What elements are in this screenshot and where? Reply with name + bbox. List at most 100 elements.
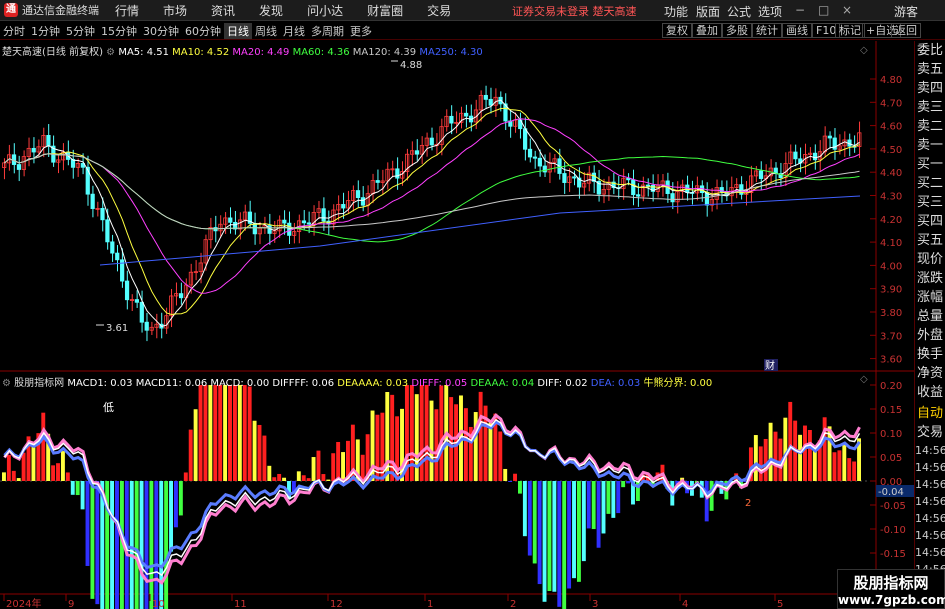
period-15min[interactable]: 15分钟 bbox=[98, 23, 140, 39]
date-tick: 3 bbox=[592, 599, 598, 609]
app-logo: 通 bbox=[4, 3, 18, 17]
quote-item: 卖三 bbox=[916, 100, 943, 115]
overlay-button[interactable]: 叠加 bbox=[692, 23, 722, 38]
period-1min[interactable]: 1分钟 bbox=[28, 23, 63, 39]
menu-layout[interactable]: 版面 bbox=[696, 3, 720, 20]
draw-button[interactable]: 画线 bbox=[782, 23, 812, 38]
quote-item: 卖二 bbox=[916, 119, 943, 134]
chart-area[interactable]: 4.80 4.70 4.60 4.50 4.40 4.30 4.20 4.10 4.00 3.90… bbox=[0, 41, 914, 609]
settings-gear-icon[interactable]: ⚙ bbox=[106, 47, 115, 58]
indicator-bar bbox=[513, 473, 517, 481]
period-60min[interactable]: 60分钟 bbox=[182, 23, 224, 39]
indicator-bar bbox=[336, 441, 341, 481]
minimize-icon[interactable]: − bbox=[795, 3, 805, 17]
quote-item: 净资 bbox=[916, 366, 943, 381]
adjust-button[interactable]: 复权 bbox=[662, 23, 692, 38]
menu-formula[interactable]: 公式 bbox=[727, 3, 751, 20]
collapse-icon[interactable]: ◇ bbox=[860, 374, 868, 385]
indicator-bar bbox=[429, 400, 434, 481]
indicator-bar bbox=[208, 385, 213, 481]
quote-item: 买三 bbox=[916, 195, 943, 210]
indicator-bar bbox=[852, 461, 857, 481]
candle-body bbox=[758, 170, 764, 179]
finance-marker[interactable]: 财 bbox=[765, 359, 775, 372]
mark-button[interactable]: 标记 bbox=[835, 23, 865, 38]
collapse-icon[interactable]: ◇ bbox=[860, 45, 868, 56]
settings-gear-icon[interactable]: ⚙ bbox=[2, 378, 11, 389]
period-5min[interactable]: 5分钟 bbox=[63, 23, 98, 39]
menu-market[interactable]: 市场 bbox=[163, 2, 187, 19]
indicator-bar bbox=[758, 446, 763, 481]
candle-body bbox=[395, 168, 400, 179]
indicator-bar bbox=[257, 424, 262, 481]
menu-ask[interactable]: 问小达 bbox=[307, 2, 343, 19]
close-icon[interactable]: × bbox=[842, 3, 852, 17]
ma-line bbox=[4, 153, 860, 243]
menu-quotes[interactable]: 行情 bbox=[115, 2, 139, 19]
legend-macd1: MACD1: 0.03 bbox=[67, 378, 133, 389]
period-monthly[interactable]: 月线 bbox=[280, 23, 308, 39]
menu-options[interactable]: 选项 bbox=[758, 3, 782, 20]
menu-news[interactable]: 资讯 bbox=[211, 2, 235, 19]
indicator-bar bbox=[228, 385, 232, 481]
legend-ma20: MA20: 4.49 bbox=[232, 47, 290, 58]
candle-body bbox=[46, 134, 51, 147]
watermark: 股朋指标网 www.7gpzb.com bbox=[837, 569, 945, 609]
trade-label[interactable]: 交易 bbox=[915, 423, 945, 442]
menu-function[interactable]: 功能 bbox=[664, 3, 688, 20]
price-axis: 4.80 4.70 4.60 4.50 4.40 4.30 4.20 4.10 4.00 3.90… bbox=[870, 75, 902, 366]
auto-trade-toggle[interactable]: 自动 bbox=[915, 404, 945, 423]
indicator-bar bbox=[203, 385, 208, 481]
indicator-bar bbox=[90, 481, 95, 599]
quote-item: 卖四 bbox=[916, 81, 943, 96]
period-weekly[interactable]: 周线 bbox=[252, 23, 280, 39]
candle-body bbox=[110, 241, 115, 254]
indicator-bar bbox=[218, 385, 223, 481]
indicator-bar bbox=[301, 475, 306, 481]
indicator-bars bbox=[2, 385, 861, 609]
multi-stock-button[interactable]: 多股 bbox=[722, 23, 752, 38]
maximize-icon[interactable]: □ bbox=[818, 3, 829, 17]
period-multi[interactable]: 多周期 bbox=[308, 23, 347, 39]
period-more[interactable]: 更多 bbox=[347, 23, 375, 39]
indicator-bar bbox=[41, 412, 46, 481]
guest-button[interactable]: 游客 bbox=[894, 3, 918, 20]
menu-trade[interactable]: 交易 bbox=[427, 2, 451, 19]
login-warning[interactable]: 证券交易未登录 楚天高速 bbox=[512, 3, 637, 19]
candle-body bbox=[645, 184, 651, 187]
chart-canvas[interactable]: 4.80 4.70 4.60 4.50 4.40 4.30 4.20 4.10 4.00 3.90… bbox=[0, 41, 914, 609]
price-tick: 4.30 bbox=[880, 192, 902, 203]
indicator-bar bbox=[316, 450, 321, 481]
stats-button[interactable]: 统计 bbox=[752, 23, 782, 38]
indicator-bar bbox=[178, 481, 183, 516]
indicator-bar bbox=[21, 452, 26, 481]
quote-item: 换手 bbox=[916, 347, 943, 362]
period-toolbar: 分时 1分钟 5分钟 15分钟 30分钟 60分钟 日线 周线 月线 多周期 更… bbox=[0, 22, 945, 40]
period-daily[interactable]: 日线 bbox=[224, 22, 252, 39]
quote-panel: 委比 卖五 卖四 卖三 卖二 卖一 买一 买二 买三 买四 买五 现价 涨跌 涨… bbox=[914, 41, 945, 609]
legend-bull-bear: 牛熊分界: 0.00 bbox=[643, 378, 713, 389]
quote-item: 买一 bbox=[916, 157, 943, 172]
quote-item: 收益 bbox=[916, 385, 943, 400]
indicator-bar bbox=[154, 481, 159, 609]
indicator-bar bbox=[434, 409, 439, 481]
menu-wealth[interactable]: 财富圈 bbox=[367, 2, 403, 19]
indicator-bar bbox=[586, 481, 591, 529]
indicator-bar bbox=[532, 481, 537, 564]
candle-body bbox=[16, 164, 22, 170]
price-tick: 3.80 bbox=[880, 308, 902, 319]
indicator-bar bbox=[768, 422, 773, 481]
indicator-bar bbox=[242, 385, 247, 481]
back-button[interactable]: 返回 bbox=[891, 23, 921, 38]
menu-discover[interactable]: 发现 bbox=[259, 2, 283, 19]
indicator-bar bbox=[223, 385, 228, 481]
indicator-bar bbox=[252, 420, 257, 481]
indicator-bar bbox=[16, 478, 21, 481]
indicator-bar bbox=[527, 481, 532, 556]
period-tick[interactable]: 分时 bbox=[0, 23, 28, 39]
candle-body bbox=[572, 176, 577, 179]
indicator-bar bbox=[522, 481, 527, 537]
period-30min[interactable]: 30分钟 bbox=[140, 23, 182, 39]
indicator-bar bbox=[75, 481, 80, 496]
quote-item: 现价 bbox=[916, 252, 943, 267]
